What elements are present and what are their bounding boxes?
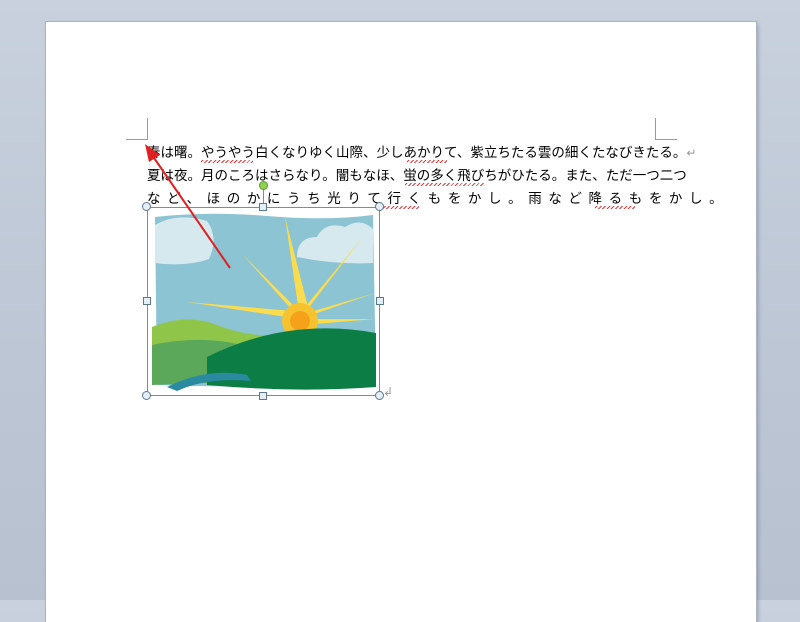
text-line-1-content: 春は曙。やうやう白くなりゆく山際、少しあかりて、紫立ちたる雲の細くたなびきたる。 (147, 145, 687, 161)
text-line-3-content: など、ほのかにうち光りて行くもをかし。雨など降るもをかし。 (147, 191, 730, 207)
document-body[interactable]: 春は曙。やうやう白くなりゆく山際、少しあかりて、紫立ちたる雲の細くたなびきたる。… (147, 142, 723, 211)
selection-frame (147, 207, 380, 396)
text-line-1[interactable]: 春は曙。やうやう白くなりゆく山際、少しあかりて、紫立ちたる雲の細くたなびきたる。… (147, 142, 696, 165)
image-paragraph-mark-icon: ↲ (383, 385, 394, 399)
rotate-handle[interactable] (259, 181, 268, 190)
text-line-2-content: 夏は夜。月のころはさらなり。闇もなほ、蛍の多く飛びちがひたる。また、ただ一つ二つ (147, 168, 687, 184)
margin-mark-top-left (126, 118, 148, 140)
resize-handle-bottom-left[interactable] (142, 391, 151, 400)
spellcheck-underline (405, 183, 485, 186)
resize-handle-top[interactable] (259, 203, 267, 211)
spellcheck-underline (407, 160, 447, 163)
resize-handle-top-right[interactable] (375, 202, 384, 211)
document-page[interactable]: 春は曙。やうやう白くなりゆく山際、少しあかりて、紫立ちたる雲の細くたなびきたる。… (46, 22, 756, 622)
resize-handle-left[interactable] (143, 297, 151, 305)
resize-handle-right[interactable] (376, 297, 384, 305)
resize-handle-top-left[interactable] (142, 202, 151, 211)
spellcheck-underline (201, 160, 253, 163)
selected-clipart-image[interactable]: ↲ (142, 181, 393, 400)
paragraph-mark-icon: ↵ (686, 146, 697, 160)
margin-mark-top-right (655, 118, 677, 140)
spellcheck-underline (595, 206, 635, 209)
resize-handle-bottom[interactable] (259, 392, 267, 400)
spellcheck-underline (379, 206, 419, 209)
text-line-2[interactable]: 夏は夜。月のころはさらなり。闇もなほ、蛍の多く飛びちがひたる。また、ただ一つ二つ (147, 165, 687, 188)
